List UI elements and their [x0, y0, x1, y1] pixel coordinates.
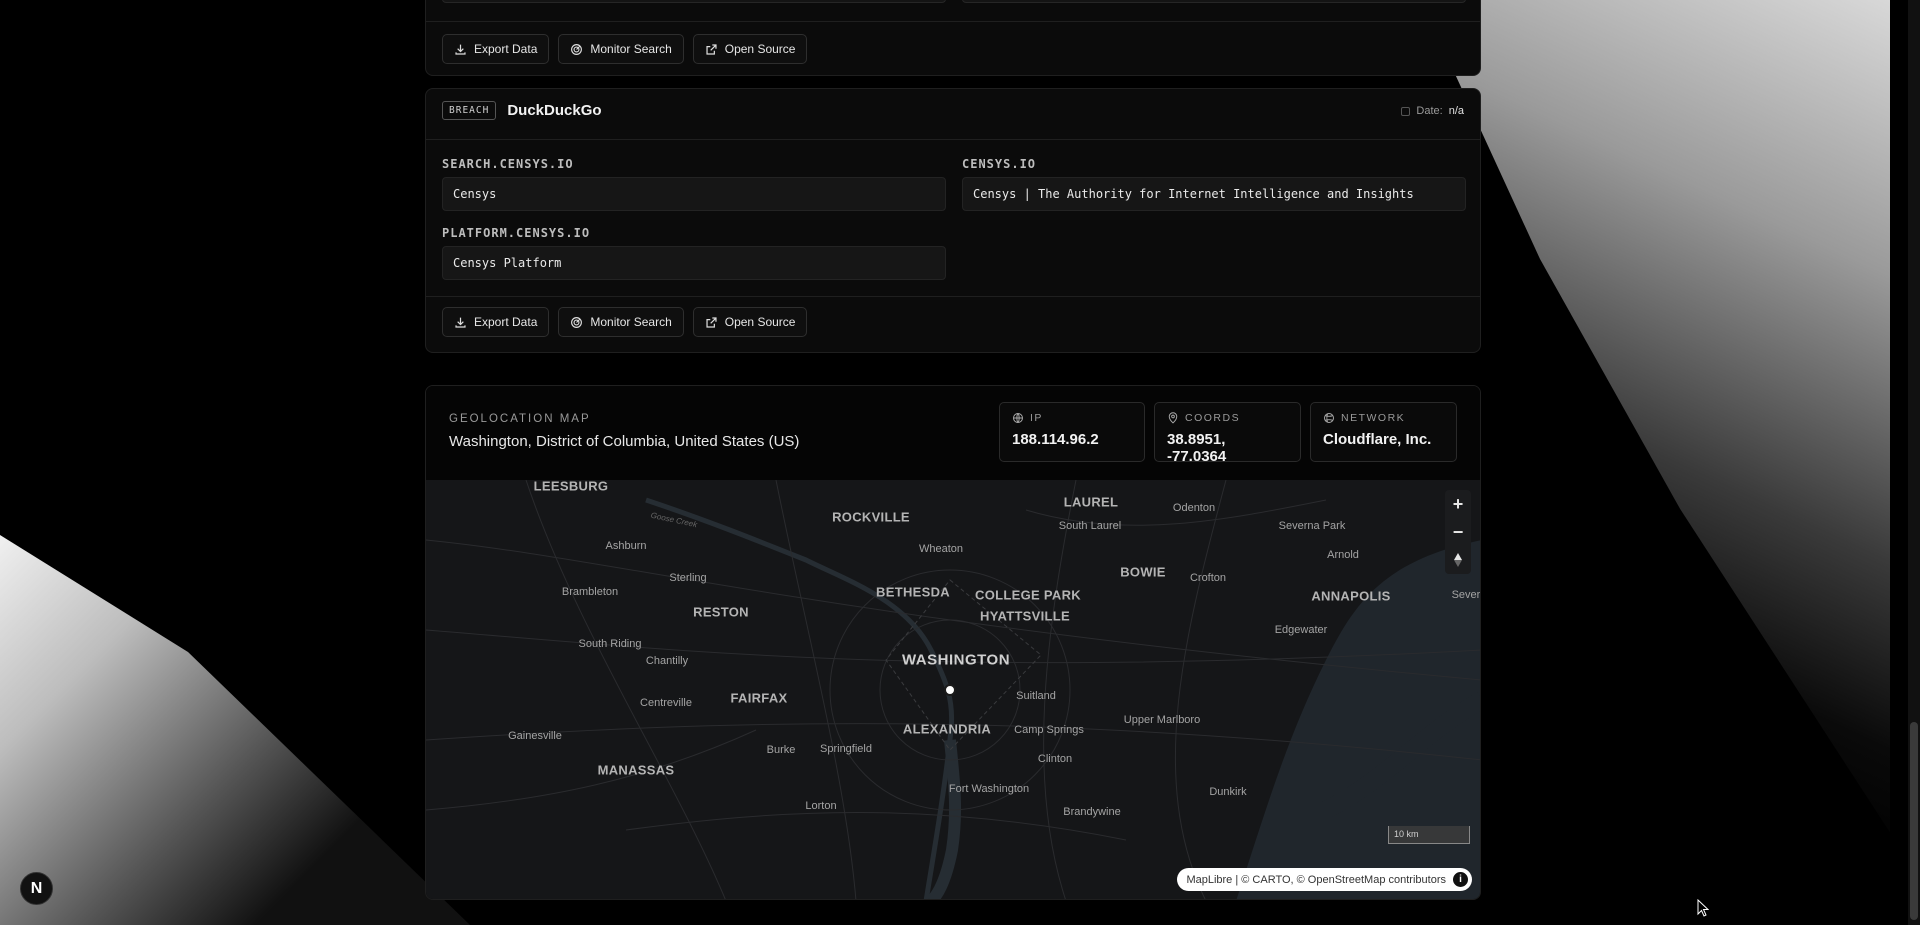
nextjs-badge[interactable]: N — [20, 872, 53, 905]
field-box — [442, 0, 946, 3]
map-label: BOWIE — [1120, 564, 1166, 580]
geolocation-place: Washington, District of Columbia, United… — [449, 433, 800, 450]
calendar-icon — [1401, 106, 1411, 116]
map-label: Fort Washington — [948, 783, 1030, 795]
map-label: Suitland — [1016, 690, 1056, 702]
map-label: BETHESDA — [876, 584, 950, 600]
network-value: Cloudflare, Inc. — [1323, 431, 1432, 448]
download-icon — [455, 44, 466, 55]
radar-icon — [571, 316, 583, 328]
map-label: ANNAPOLIS — [1311, 588, 1391, 604]
info-icon[interactable]: i — [1453, 872, 1468, 887]
external-link-icon — [706, 316, 717, 328]
map-label: Upper Marlboro — [1123, 714, 1201, 726]
map-label: Burke — [766, 744, 796, 756]
open-source-button[interactable]: Open Source — [692, 307, 808, 337]
field-value: Censys Platform — [442, 246, 946, 280]
map-attribution: MapLibre | © CARTO, © OpenStreetMap cont… — [1177, 868, 1472, 891]
map-label: Gainesville — [508, 730, 562, 742]
radar-icon — [571, 43, 583, 55]
map-label: Clinton — [1037, 753, 1073, 765]
map-label: Crofton — [1189, 572, 1227, 584]
background-decoration-left — [0, 535, 470, 925]
field-label: CENSYS.IO — [962, 157, 1037, 171]
map-scale: 10 km — [1388, 826, 1470, 844]
coords-stat: COORDS 38.8951, -77.0364 — [1154, 402, 1301, 465]
monitor-search-button[interactable]: Monitor Search — [558, 307, 684, 337]
map-label: ALEXANDRIA — [902, 721, 992, 737]
map-label: Edgewater — [1274, 624, 1328, 636]
scrollbar[interactable] — [1908, 0, 1920, 925]
map-label: Dunkirk — [1209, 786, 1247, 798]
export-data-button[interactable]: Export Data — [442, 307, 550, 337]
zoom-out-button[interactable]: − — [1445, 518, 1471, 546]
compass-button[interactable] — [1445, 546, 1471, 574]
breach-card: BREACH DuckDuckGo Date: n/a SEARCH.CENSY… — [425, 88, 1481, 353]
compass-icon — [1454, 553, 1462, 567]
map-label: LAUREL — [1063, 494, 1119, 510]
map-label: Odenton — [1172, 502, 1216, 514]
export-data-button[interactable]: Export Data — [442, 34, 550, 64]
map-label: South Laurel — [1058, 520, 1122, 532]
geolocation-heading: GEOLOCATION MAP — [449, 413, 591, 425]
network-icon — [1324, 413, 1334, 423]
field-label: SEARCH.CENSYS.IO — [442, 157, 574, 171]
map-label: Centreville — [640, 697, 692, 709]
map-label: COLLEGE PARK — [975, 587, 1081, 603]
download-icon — [455, 317, 466, 328]
map-label: Camp Springs — [1014, 724, 1084, 736]
coords-value: 38.8951, -77.0364 — [1167, 431, 1227, 465]
globe-icon — [1013, 413, 1023, 423]
map-label: ROCKVILLE — [832, 509, 910, 525]
network-stat: NETWORK Cloudflare, Inc. — [1310, 402, 1457, 462]
map-label: FAIRFAX — [730, 690, 788, 706]
scrollbar-thumb[interactable] — [1910, 722, 1918, 920]
breach-title: DuckDuckGo — [507, 102, 602, 119]
map-label: MANASSAS — [597, 762, 675, 778]
map-label: RESTON — [693, 604, 749, 620]
map-label: LEESBURG — [533, 480, 609, 494]
external-link-icon — [706, 43, 717, 55]
mouse-cursor-icon — [1697, 899, 1709, 917]
map-label: Wheaton — [918, 543, 964, 555]
field-value: Censys — [442, 177, 946, 211]
field-value: Censys | The Authority for Internet Inte… — [962, 177, 1466, 211]
geolocation-map[interactable]: LEESBURG ROCKVILLE LAUREL Odenton South … — [426, 480, 1481, 899]
zoom-in-button[interactable]: + — [1445, 490, 1471, 518]
breach-badge: BREACH — [442, 101, 497, 120]
monitor-search-button[interactable]: Monitor Search — [558, 34, 684, 64]
map-label: Sterling — [669, 572, 707, 584]
source-card-previous: Export Data Monitor Search Open Source — [425, 0, 1481, 76]
map-label: Severna Park — [1278, 520, 1346, 532]
field-label: PLATFORM.CENSYS.IO — [442, 226, 591, 240]
map-label: Springfield — [820, 743, 872, 755]
ip-stat: IP 188.114.96.2 — [999, 402, 1145, 462]
map-pin-icon — [1168, 412, 1178, 424]
map-label: Severn — [1451, 589, 1481, 601]
map-label: Ashburn — [605, 540, 647, 552]
location-marker[interactable] — [944, 684, 956, 696]
geolocation-card: GEOLOCATION MAP Washington, District of … — [425, 385, 1481, 900]
map-label: Arnold — [1327, 549, 1359, 561]
map-zoom-controls: + − — [1445, 490, 1471, 574]
map-label: Brandywine — [1063, 806, 1121, 818]
open-source-button[interactable]: Open Source — [692, 34, 808, 64]
map-label: South Riding — [578, 638, 642, 650]
map-label: Chantilly — [645, 655, 689, 667]
breach-date: Date: n/a — [1401, 105, 1464, 117]
field-box — [962, 0, 1466, 3]
map-label: Brambleton — [561, 586, 619, 598]
map-label: Lorton — [805, 800, 837, 812]
ip-value: 188.114.96.2 — [1012, 431, 1099, 448]
map-label: HYATTSVILLE — [980, 608, 1070, 624]
map-label-capital: WASHINGTON — [901, 651, 1011, 669]
